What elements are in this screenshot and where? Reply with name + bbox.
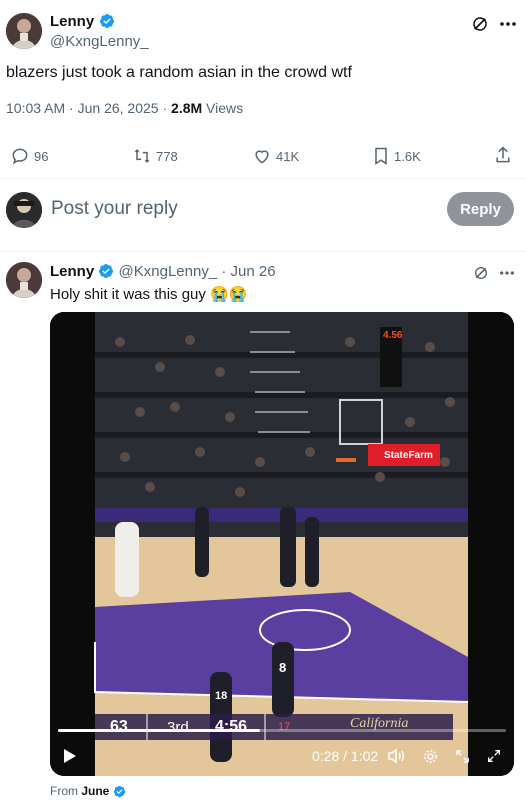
pip-button[interactable] xyxy=(452,746,472,766)
tweet-date[interactable]: Jun 26, 2025 xyxy=(78,100,159,116)
reply-author-name[interactable]: Lenny xyxy=(50,263,94,280)
reply-count: 96 xyxy=(34,148,49,164)
bookmark-action[interactable]: 1.6K xyxy=(372,146,421,166)
referee-jersey-number: 18 xyxy=(215,690,228,702)
tweet-meta: 10:03 AM · Jun 26, 2025 · 2.8M Views xyxy=(6,100,244,116)
reply-icon xyxy=(12,148,28,165)
divider xyxy=(0,178,526,179)
bookmark-icon xyxy=(375,147,387,165)
verified-badge-icon xyxy=(99,264,114,278)
retweet-action[interactable]: 778 xyxy=(132,146,178,166)
reply-author-avatar[interactable] xyxy=(6,262,42,298)
progress-track[interactable] xyxy=(58,729,506,732)
time-elapsed: 0:28 xyxy=(312,748,340,764)
views-label: Views xyxy=(206,100,244,116)
progress-fill xyxy=(58,729,260,732)
reply-author-line: Lenny @KxngLenny_ · Jun 26 xyxy=(50,263,276,280)
share-icon xyxy=(496,146,510,163)
grok-icon[interactable] xyxy=(468,12,492,36)
score-home: 63 xyxy=(110,718,128,735)
video-source: From June xyxy=(50,784,126,798)
picture-in-picture-icon xyxy=(455,749,469,763)
author-avatar[interactable] xyxy=(6,13,42,49)
more-options-icon[interactable] xyxy=(496,12,520,36)
video-frame xyxy=(50,312,514,776)
volume-icon xyxy=(388,748,405,764)
fullscreen-icon xyxy=(488,750,500,762)
video-player[interactable]: 4.56 StateFarm 8 18 63 3rd 4:56 17 Calif… xyxy=(50,312,514,776)
score-quarter: 3rd xyxy=(167,719,189,736)
from-source[interactable]: June xyxy=(81,784,109,798)
score-clock: 4:56 xyxy=(215,718,248,735)
player-jersey-number: 8 xyxy=(279,660,287,675)
reply-author-handle[interactable]: @KxngLenny_ xyxy=(119,263,218,280)
settings-button[interactable] xyxy=(420,746,440,766)
play-icon xyxy=(64,749,76,763)
tweet-time[interactable]: 10:03 AM xyxy=(6,100,65,116)
author-handle[interactable]: @KxngLenny_ xyxy=(50,33,149,50)
views-count: 2.8M xyxy=(171,100,203,116)
reply-date[interactable]: · Jun 26 xyxy=(221,263,275,280)
verified-badge-icon xyxy=(99,14,114,28)
retweet-icon xyxy=(134,149,150,163)
volume-button[interactable] xyxy=(386,746,406,766)
retweet-count: 778 xyxy=(156,148,178,164)
heart-icon xyxy=(255,150,269,164)
statefarm-sign: StateFarm xyxy=(384,450,433,461)
fullscreen-button[interactable] xyxy=(484,746,504,766)
tweet-text: blazers just took a random asian in the … xyxy=(6,64,352,81)
like-action[interactable]: 41K xyxy=(252,146,299,166)
share-button[interactable] xyxy=(492,144,514,166)
divider xyxy=(0,251,526,252)
reply-action[interactable]: 96 xyxy=(10,146,48,166)
more-options-icon[interactable] xyxy=(496,262,518,284)
shot-clock-sign: 4.56 xyxy=(383,330,403,341)
my-avatar[interactable] xyxy=(6,192,42,228)
author-block: Lenny @KxngLenny_ xyxy=(50,13,149,50)
time-display: 0:28 / 1:02 xyxy=(312,748,379,764)
gear-icon xyxy=(423,749,437,763)
reply-input[interactable]: Post your reply xyxy=(51,198,431,220)
reply-button[interactable]: Reply xyxy=(447,192,514,226)
like-count: 41K xyxy=(276,148,300,164)
play-button[interactable] xyxy=(60,746,80,766)
bookmark-count: 1.6K xyxy=(394,148,421,164)
reply-text: Holy shit it was this guy 😭😭 xyxy=(50,286,248,303)
grok-icon[interactable] xyxy=(470,262,492,284)
verified-badge-icon xyxy=(113,785,125,798)
time-duration: 1:02 xyxy=(350,748,379,764)
author-name[interactable]: Lenny xyxy=(50,13,94,30)
from-label: From xyxy=(50,784,78,798)
